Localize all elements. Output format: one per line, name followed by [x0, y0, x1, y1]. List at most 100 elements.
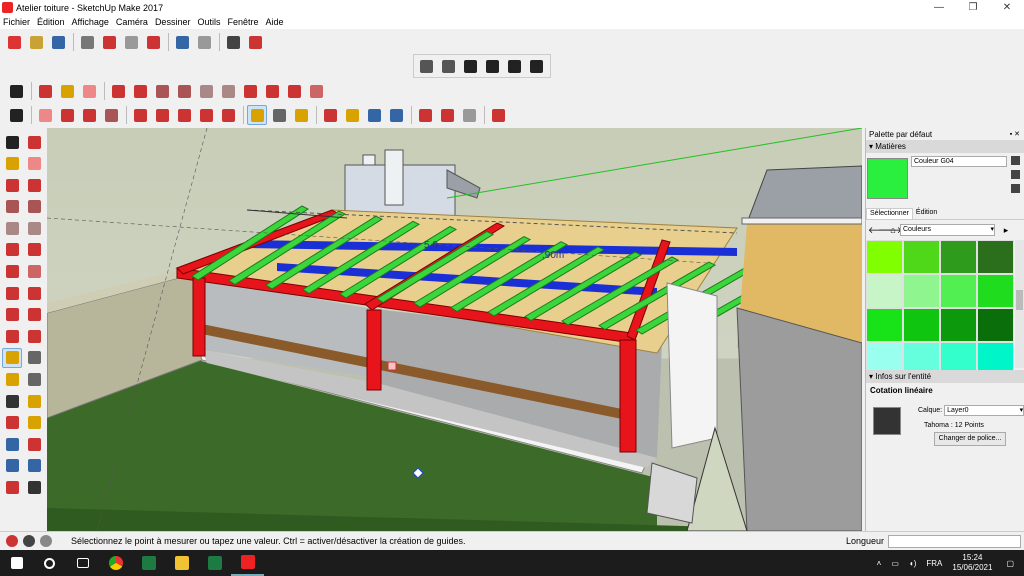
polygon-tool-button[interactable]	[24, 218, 44, 238]
details-arrow-icon[interactable]: ▸	[1001, 225, 1011, 236]
arc-tool-button[interactable]	[79, 105, 99, 125]
geo-location-icon[interactable]	[6, 535, 18, 547]
warehouse-tool-button[interactable]	[415, 105, 435, 125]
menu-dessiner[interactable]: Dessiner	[155, 17, 191, 27]
rectangle-tool-button[interactable]	[152, 81, 172, 101]
taskbar-chrome[interactable]	[99, 550, 132, 576]
maximize-button[interactable]: ❐	[956, 0, 990, 15]
scale-tool-button[interactable]	[2, 326, 22, 346]
sample-paint-icon[interactable]	[1011, 156, 1020, 165]
tab-select[interactable]: Sélectionner	[866, 208, 913, 219]
swatch-scrollbar[interactable]	[1015, 240, 1024, 368]
scrollbar-thumb[interactable]	[1016, 290, 1023, 310]
taskbar-excel-1[interactable]	[132, 550, 165, 576]
print-tool-button[interactable]	[223, 32, 243, 52]
home-icon[interactable]: ⌂	[888, 225, 898, 235]
text-tool-button[interactable]	[24, 370, 44, 390]
model-info-tool-button[interactable]	[245, 32, 265, 52]
iso-view-tool-button[interactable]	[416, 56, 436, 76]
arc-tool-button[interactable]	[2, 240, 22, 260]
start-button[interactable]	[0, 550, 33, 576]
make-component-tool-button[interactable]	[35, 81, 55, 101]
3pt-arc-tool-button[interactable]	[284, 81, 304, 101]
dimension-tool-button[interactable]	[24, 348, 44, 368]
menu-outils[interactable]: Outils	[197, 17, 220, 27]
save-tool-button[interactable]	[48, 32, 68, 52]
circle-tool-button[interactable]	[2, 218, 22, 238]
offset-tool-button[interactable]	[24, 326, 44, 346]
credits-icon[interactable]	[23, 535, 35, 547]
zoom-window-tool-button[interactable]	[24, 434, 44, 454]
material-swatch[interactable]	[866, 308, 903, 342]
create-material-icon[interactable]	[1011, 170, 1020, 179]
taskbar-excel-2[interactable]	[198, 550, 231, 576]
material-swatch[interactable]	[903, 308, 940, 342]
menu-fenetre[interactable]: Fenêtre	[227, 17, 258, 27]
material-swatch[interactable]	[940, 240, 977, 274]
eraser-tool-button[interactable]	[24, 154, 44, 174]
material-swatch[interactable]	[977, 240, 1014, 274]
pie-tool-button[interactable]	[24, 262, 44, 282]
tab-edit[interactable]: Édition	[913, 208, 940, 219]
rectangle-tool-button[interactable]	[101, 105, 121, 125]
user-icon[interactable]	[40, 535, 52, 547]
top-view-tool-button[interactable]	[438, 56, 458, 76]
model-viewport[interactable]: 5,0 ,90m	[47, 128, 862, 531]
select-tool-button[interactable]	[6, 81, 26, 101]
zoom-tool-button[interactable]	[2, 434, 22, 454]
clock[interactable]: 15:24 15/06/2021	[952, 553, 992, 573]
task-view-button[interactable]	[66, 550, 99, 576]
previous-view-tool-button[interactable]	[24, 456, 44, 476]
taskbar-sketchup[interactable]	[231, 550, 264, 576]
menu-edition[interactable]: Édition	[37, 17, 65, 27]
tape-measure-tool-button[interactable]	[247, 105, 267, 125]
erase-tool-button[interactable]	[143, 32, 163, 52]
eraser-tool-button[interactable]	[35, 105, 55, 125]
pencil-tool-button[interactable]	[57, 105, 77, 125]
follow-me-tool-button[interactable]	[24, 305, 44, 325]
entity-info-header[interactable]: ▾ Infos sur l'entité	[866, 370, 1024, 383]
menu-fichier[interactable]: Fichier	[3, 17, 30, 27]
freehand-tool-button[interactable]	[24, 175, 44, 195]
back-view-tool-button[interactable]	[504, 56, 524, 76]
share-tool-button[interactable]	[459, 105, 479, 125]
push-pull-tool-button[interactable]	[24, 283, 44, 303]
push-pull-tool-button[interactable]	[130, 105, 150, 125]
make-component-tool-button[interactable]	[24, 132, 44, 152]
material-swatch[interactable]	[903, 274, 940, 308]
tray-chevron-icon[interactable]: ˄	[877, 559, 882, 568]
line-tool-button[interactable]	[108, 81, 128, 101]
extension-tool-button[interactable]	[437, 105, 457, 125]
material-swatch[interactable]	[940, 274, 977, 308]
eraser-tool-button[interactable]	[79, 81, 99, 101]
pan-tool-button[interactable]	[342, 105, 362, 125]
orbit-tool-button[interactable]	[320, 105, 340, 125]
change-font-button[interactable]: Changer de police...	[934, 432, 1006, 446]
menu-camera[interactable]: Caméra	[116, 17, 148, 27]
material-swatch[interactable]	[903, 240, 940, 274]
freehand-tool-button[interactable]	[130, 81, 150, 101]
rectangle-tool-button[interactable]	[2, 197, 22, 217]
input-language[interactable]: FRA	[926, 559, 942, 568]
paint-bucket-tool-button[interactable]	[2, 154, 22, 174]
axes-tool-button[interactable]	[2, 391, 22, 411]
measurements-input[interactable]	[888, 535, 1021, 548]
rotate-tool-button[interactable]	[2, 305, 22, 325]
notifications-icon[interactable]: ▢	[1006, 559, 1014, 568]
follow-me-tool-button[interactable]	[152, 105, 172, 125]
3d-text-tool-button[interactable]	[24, 391, 44, 411]
collection-select[interactable]: Couleurs ▾	[900, 224, 995, 236]
current-material-swatch[interactable]	[867, 158, 908, 199]
material-swatch[interactable]	[940, 308, 977, 342]
close-button[interactable]: ✕	[990, 0, 1024, 15]
zoom-extents-tool-button[interactable]	[2, 456, 22, 476]
2pt-arc-tool-button[interactable]	[262, 81, 282, 101]
line-tool-button[interactable]	[2, 175, 22, 195]
material-name-field[interactable]: Couleur G04	[911, 156, 1007, 167]
model-scene[interactable]: 5,0 ,90m	[47, 128, 862, 531]
rotated-rectangle-tool-button[interactable]	[24, 197, 44, 217]
forward-arrow-icon[interactable]: 🡒	[878, 225, 902, 236]
circle-tool-button[interactable]	[196, 81, 216, 101]
cut-tool-button[interactable]	[77, 32, 97, 52]
2pt-arc-tool-button[interactable]	[24, 240, 44, 260]
